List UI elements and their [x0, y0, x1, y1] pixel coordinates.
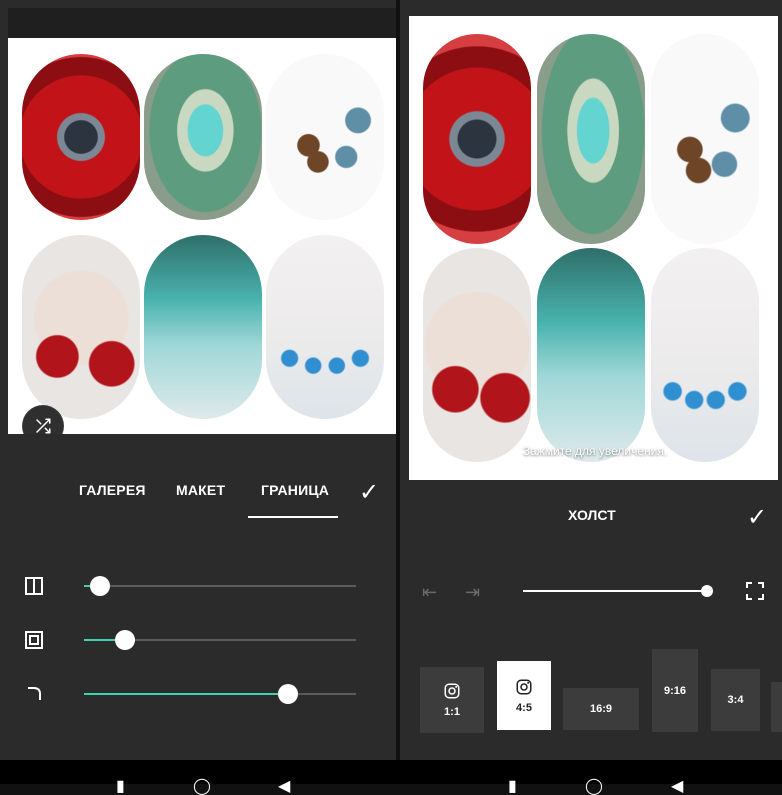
outer-border-slider-row	[8, 620, 396, 660]
recent-apps-icon[interactable]: ▮	[508, 779, 517, 795]
outer-border-slider[interactable]	[84, 630, 356, 650]
photo-red-heart-earrings[interactable]	[22, 235, 140, 419]
ratio-9-16-button[interactable]: 9:16	[652, 649, 698, 732]
inner-border-slider[interactable]	[84, 576, 356, 596]
ratio-16-9-button[interactable]: 16:9	[563, 688, 639, 730]
photo-turquoise-fringe-necklace[interactable]	[537, 248, 645, 462]
corner-radius-slider-handle[interactable]	[278, 684, 298, 704]
ratio-1-1-button[interactable]: 1:1	[420, 667, 484, 733]
tab-layout[interactable]: МАКЕТ	[176, 482, 225, 498]
corner-radius-slider-row	[8, 674, 396, 714]
corner-radius-icon	[28, 687, 41, 700]
left-border-editor: ГАЛЕРЕЯ МАКЕТ ГРАНИЦА ✓	[0, 0, 396, 784]
ratio-4-5-button[interactable]: 4:5	[497, 661, 551, 730]
photo-turquoise-fringe-necklace[interactable]	[144, 235, 262, 419]
photo-blue-bead-necklace[interactable]	[266, 235, 384, 419]
ratio-label: 3:4	[727, 694, 744, 706]
ratio-partial-button[interactable]	[771, 682, 782, 732]
tab-border[interactable]: ГРАНИЦА	[261, 482, 329, 498]
arrow-left-icon[interactable]: ⇤	[422, 582, 437, 603]
shuffle-icon	[36, 418, 51, 434]
ratio-label: 1:1	[444, 706, 460, 718]
arrow-right-icon[interactable]: ⇥	[465, 582, 480, 603]
canvas-size-slider-handle[interactable]	[701, 585, 713, 597]
photo-red-poppy-brooch[interactable]	[22, 54, 140, 220]
photo-bead-earrings[interactable]	[651, 34, 759, 244]
outer-border-slider-handle[interactable]	[114, 630, 135, 650]
ratio-label: 9:16	[663, 684, 687, 697]
canvas-title: ХОЛСТ	[568, 507, 616, 523]
canvas-size-slider[interactable]	[523, 590, 707, 592]
confirm-check-icon[interactable]: ✓	[747, 503, 767, 532]
ratio-3-4-button[interactable]: 3:4	[711, 669, 760, 731]
photo-red-heart-earrings[interactable]	[423, 248, 531, 462]
active-tab-indicator	[248, 516, 338, 518]
photo-red-poppy-brooch[interactable]	[423, 34, 531, 244]
corner-radius-slider[interactable]	[84, 684, 356, 704]
instagram-icon	[516, 679, 532, 694]
tab-gallery[interactable]: ГАЛЕРЕЯ	[79, 482, 146, 498]
photo-turquoise-bird-brooch[interactable]	[144, 54, 262, 220]
canvas-preview[interactable]: Зажмите для увеличения.	[409, 16, 778, 480]
recent-apps-icon[interactable]: ▮	[116, 779, 125, 795]
inner-border-slider-row	[8, 566, 396, 606]
confirm-check-icon[interactable]: ✓	[359, 478, 379, 507]
ratio-label: 4:5	[516, 701, 532, 714]
zoom-hint: Зажмите для увеличения.	[522, 444, 668, 458]
collage-canvas[interactable]	[8, 38, 396, 434]
inner-border-icon	[25, 577, 43, 595]
fullscreen-icon[interactable]	[744, 580, 766, 602]
corner-radius-slider-fill	[84, 693, 288, 695]
photo-blue-bead-necklace[interactable]	[651, 248, 759, 462]
ratio-label: 16:9	[589, 703, 613, 715]
home-icon[interactable]: ◯	[193, 779, 211, 795]
photo-turquoise-bird-brooch[interactable]	[537, 34, 645, 244]
outer-border-icon	[25, 631, 43, 649]
instagram-icon	[444, 683, 460, 699]
photo-bead-earrings[interactable]	[266, 54, 384, 220]
inner-border-slider-handle[interactable]	[90, 576, 111, 596]
right-canvas-editor: Зажмите для увеличения. ХОЛСТ ✓ ⇤ ⇥ 1:1 …	[400, 0, 782, 784]
back-icon[interactable]: ◀	[278, 779, 290, 795]
home-icon[interactable]: ◯	[585, 779, 603, 795]
tab-bar: ГАЛЕРЕЯ МАКЕТ ГРАНИЦА ✓	[8, 434, 396, 544]
back-icon[interactable]: ◀	[671, 779, 683, 795]
top-bar	[8, 8, 396, 38]
